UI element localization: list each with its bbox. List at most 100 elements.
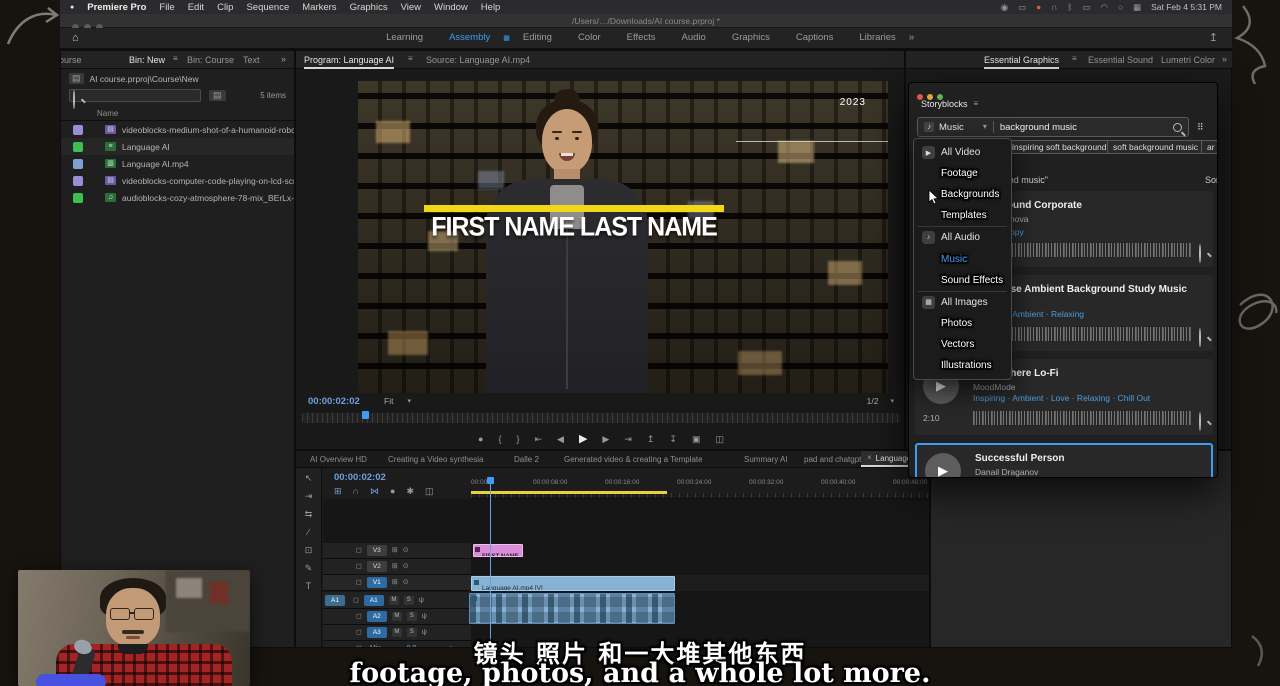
label-color-chip[interactable] <box>73 176 83 186</box>
toggle-track-output-icon[interactable]: ⊙ <box>403 547 409 554</box>
track-tags[interactable]: ppy <box>1010 227 1024 237</box>
linked-selection-icon[interactable]: ⋈ <box>370 487 379 496</box>
solo-track-button[interactable]: S <box>407 612 417 621</box>
seq-tab-video-synthesia[interactable]: Creating a Video synthesia <box>388 455 483 464</box>
menu-item-footage[interactable]: Footage <box>914 163 1280 184</box>
file-name[interactable]: videoblocks-medium-shot-of-a-humanoid-ro… <box>122 125 295 135</box>
tab-essential-sound[interactable]: Essential Sound <box>1088 55 1153 65</box>
slip-tool-icon[interactable]: ⊡ <box>305 546 313 555</box>
lift-icon[interactable]: ↥ <box>647 435 655 444</box>
menu-sequence[interactable]: Sequence <box>246 2 289 13</box>
tab-source-monitor[interactable]: Source: Language AI.mp4 <box>426 55 530 65</box>
home-icon[interactable]: ⌂ <box>72 33 79 44</box>
program-playhead[interactable] <box>362 411 369 419</box>
search-icon[interactable] <box>1173 123 1182 132</box>
track-tags[interactable]: Inspiring · Ambient · Love · Relaxing · … <box>973 393 1150 403</box>
menubar-clock[interactable]: Sat Feb 4 5:31 PM <box>1151 2 1222 12</box>
clip-audio-language-ai[interactable] <box>469 593 675 624</box>
menu-item-photos[interactable]: Photos <box>914 313 1280 334</box>
menu-edit[interactable]: Edit <box>188 2 204 13</box>
spotlight-icon[interactable]: ○ <box>1118 3 1123 12</box>
timeline-playhead-handle[interactable] <box>487 477 494 484</box>
menu-item-vectors[interactable]: Vectors <box>914 334 1280 355</box>
bluetooth-icon[interactable]: ᛒ <box>1067 3 1072 12</box>
tab-lumetri-color[interactable]: Lumetri Color <box>1161 55 1215 65</box>
seq-tab-summary-ai[interactable]: Summary AI <box>744 455 788 464</box>
tab-text[interactable]: Text <box>243 55 260 65</box>
file-name[interactable]: Language AI <box>122 142 170 152</box>
timeline-ruler[interactable]: 00:00 00:00:08:00 00:00:16:00 00:00:24:0… <box>471 477 930 499</box>
sync-lock-icon[interactable]: ⊞ <box>392 547 398 554</box>
lock-track-icon[interactable]: ◻ <box>353 597 359 604</box>
track-target-v2[interactable]: V2 <box>367 561 387 572</box>
toggle-track-output-icon[interactable]: ⊙ <box>403 579 409 586</box>
more-workspaces-icon[interactable]: » <box>909 33 915 43</box>
step-back-icon[interactable]: ◀ <box>557 435 564 444</box>
export-frame-icon[interactable]: ▣ <box>692 435 701 444</box>
project-row-code-clip[interactable]: ▤ videoblocks-computer-code-playing-on-l… <box>61 172 295 189</box>
lock-track-icon[interactable]: ◻ <box>356 579 362 586</box>
more-panels-icon[interactable]: » <box>281 55 286 64</box>
workspace-tab-effects[interactable]: Effects <box>614 27 669 49</box>
headphones-icon[interactable]: ∩ <box>1051 3 1057 12</box>
work-area-bar[interactable] <box>471 491 667 494</box>
program-scrub-bar[interactable] <box>302 413 900 423</box>
tab-program-monitor[interactable]: Program: Language AI <box>304 55 394 69</box>
status-icon-1[interactable]: ◉ <box>1001 3 1008 12</box>
more-panels-icon[interactable]: » <box>1222 55 1227 64</box>
label-color-chip[interactable] <box>73 125 83 135</box>
label-color-chip[interactable] <box>73 159 83 169</box>
track-target-v3[interactable]: V3 <box>367 545 387 556</box>
step-forward-icon[interactable]: ▶ <box>602 435 609 444</box>
voiceover-record-icon[interactable]: ψ <box>422 613 427 620</box>
workspace-tab-libraries[interactable]: Libraries <box>846 27 908 49</box>
lock-track-icon[interactable]: ◻ <box>356 547 362 554</box>
tab-storyblocks[interactable]: Storyblocks <box>921 99 968 109</box>
project-row-audio-clip[interactable]: ♫ audioblocks-cozy-atmosphere-78-mix_BEr… <box>61 189 295 206</box>
ripple-edit-tool-icon[interactable]: ⇆ <box>305 510 313 519</box>
track-select-tool-icon[interactable]: ⇥ <box>305 492 313 501</box>
toggle-track-output-icon[interactable]: ⊙ <box>403 563 409 570</box>
tab-essential-graphics[interactable]: Essential Graphics <box>984 55 1059 69</box>
seq-tab-pad-chatgpt[interactable]: pad and chatgpt <box>804 455 861 464</box>
chip-soft-background-music[interactable]: soft background music <box>1107 140 1204 154</box>
category-dropdown[interactable]: ♪ Music ▾ <box>924 122 987 133</box>
control-center-icon[interactable]: ▦ <box>1133 3 1141 12</box>
mute-track-button[interactable]: M <box>389 596 399 605</box>
menu-item-all-video[interactable]: ▶All Video <box>914 142 1011 163</box>
type-tool-icon[interactable]: T <box>306 582 312 591</box>
zoom-level-select[interactable]: Fit▾ <box>384 396 411 406</box>
mark-in-icon[interactable]: { <box>498 435 501 444</box>
add-marker-icon[interactable]: ● <box>478 435 483 444</box>
menu-item-backgrounds[interactable]: Backgrounds <box>914 184 1280 205</box>
selection-tool-icon[interactable]: ↖ <box>305 474 313 483</box>
workspace-tab-editing[interactable]: Editing <box>510 27 565 49</box>
menu-graphics[interactable]: Graphics <box>350 2 388 13</box>
pen-tool-icon[interactable]: ✎ <box>305 564 313 573</box>
menu-clip[interactable]: Clip <box>217 2 233 13</box>
timeline-playhead[interactable] <box>490 477 491 648</box>
bin-up-icon[interactable]: ▤ <box>69 73 84 84</box>
menu-item-all-audio[interactable]: ♪All Audio <box>914 227 1011 248</box>
snap-toggle-icon[interactable]: ∩ <box>353 487 359 496</box>
panel-menu-icon[interactable]: ≡ <box>173 55 178 63</box>
seq-tab-ai-overview[interactable]: AI Overview HD <box>310 455 367 464</box>
menu-item-all-images[interactable]: ▦All Images <box>914 292 1011 313</box>
workspace-overflow-icon[interactable]: ▦ <box>503 35 510 42</box>
project-row-language-ai-mp4[interactable]: ▥ Language AI.mp4 <box>61 155 295 172</box>
lock-track-icon[interactable]: ◻ <box>356 563 362 570</box>
workspace-tab-audio[interactable]: Audio <box>669 27 719 49</box>
panel-menu-icon[interactable]: ≡ <box>408 55 413 63</box>
clip-graphic-first-name[interactable]: FIRST NAME <box>473 544 523 557</box>
status-icon-hd[interactable]: ▭ <box>1018 3 1026 12</box>
menu-file[interactable]: File <box>159 2 174 13</box>
apple-menu-icon[interactable]: ● <box>70 4 74 11</box>
razor-tool-icon[interactable]: ∕ <box>308 528 310 537</box>
project-search-input[interactable] <box>84 90 196 101</box>
menu-help[interactable]: Help <box>481 2 501 13</box>
wifi-icon[interactable]: ◠ <box>1101 3 1108 12</box>
panel-menu-icon[interactable]: ≡ <box>974 100 979 108</box>
chip-truncated[interactable]: ar <box>1201 140 1218 154</box>
add-marker-icon[interactable]: ● <box>390 487 395 496</box>
workspace-tab-color[interactable]: Color <box>565 27 614 49</box>
